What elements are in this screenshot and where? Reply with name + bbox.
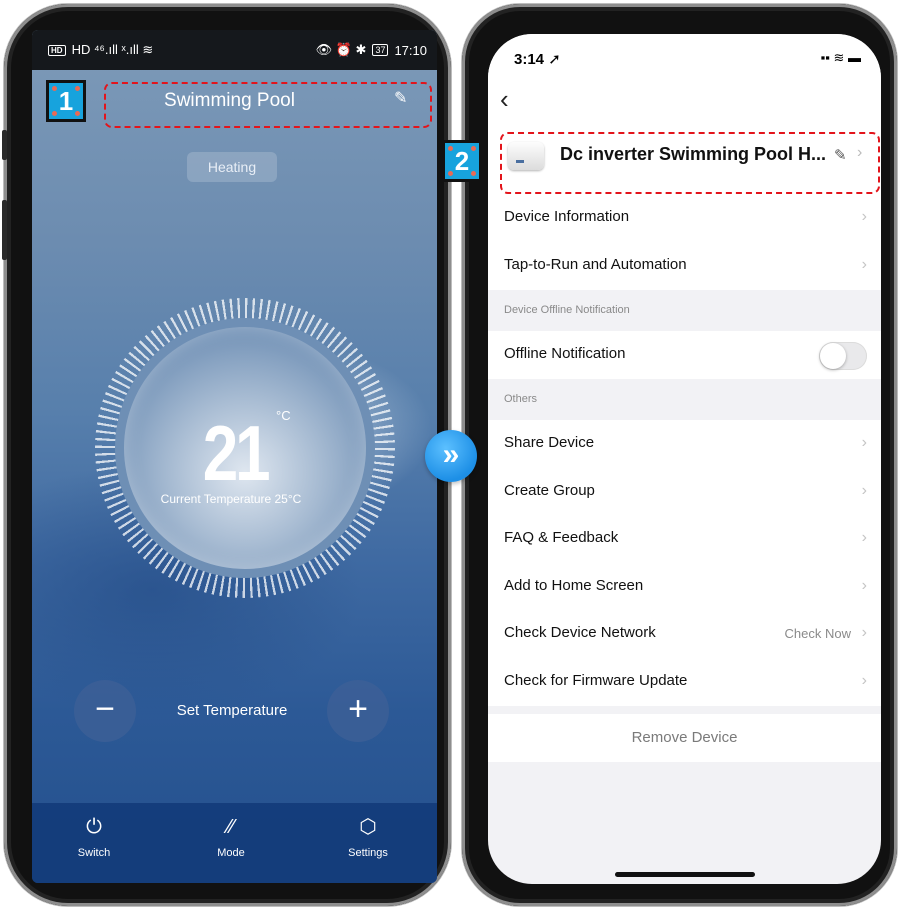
row-label: Device Information [504,208,630,225]
current-temperature: Current Temperature 25°C [160,492,302,506]
tab-label: Switch [77,847,111,859]
tab-mode[interactable]: ⁄⁄ Mode [191,813,271,859]
badge-number: 1 [58,86,74,116]
row-label: Check Device Network [504,624,656,641]
bottom-tab-bar: ⏻ Switch ⁄⁄ Mode ⬡ Settings [32,803,437,883]
row-offline-notification: Offline Notification [488,331,881,379]
android-status-bar: HD HD ⁴⁶.ıll ˣ.ıll ≋ 👁 ⏰ ✱ 37 17:10 [32,30,437,70]
chevron-right-icon: › [861,256,867,273]
row-check-device-network[interactable]: Check Device Network Check Now › [488,610,881,658]
nav-bar: ‹ [488,84,881,124]
row-tap-to-run[interactable]: Tap-to-Run and Automation › [488,242,881,290]
target-temperature: 21 [202,409,271,497]
pool-control-screen: HD HD ⁴⁶.ıll ˣ.ıll ≋ 👁 ⏰ ✱ 37 17:10 Swim… [32,30,437,883]
highlight-box-device-name [500,132,880,194]
chevron-right-icon: › [861,529,867,546]
highlight-box-title [104,82,432,128]
toggle-knob [820,343,846,369]
status-icons: 👁 ⏰ ✱ [315,42,367,57]
row-label: Offline Notification [504,345,626,362]
remove-device-button[interactable]: Remove Device [488,714,881,762]
step-badge-1: 1 [46,80,86,122]
row-faq-feedback[interactable]: FAQ & Feedback › [488,515,881,563]
row-label: FAQ & Feedback [504,529,619,546]
row-firmware-update[interactable]: Check for Firmware Update › [488,658,881,706]
status-icons: ▪▪ ≋ ▬ [820,50,861,65]
badge-number: 2 [454,146,470,176]
chevron-right-icon: › [861,577,867,594]
row-device-information[interactable]: Device Information › [488,194,881,242]
settings-cube-icon: ⬡ [359,816,377,838]
chevron-right-icon: › [861,482,867,499]
step-badge-2: 2 [442,140,482,182]
decrease-temperature-button[interactable]: − [74,680,136,742]
set-temperature-label: Set Temperature [176,702,288,719]
ios-status-bar: 3:14 ➚ ▪▪ ≋ ▬ [488,34,881,84]
row-label: Tap-to-Run and Automation [504,256,687,273]
status-time: 17:10 [394,42,427,58]
row-label: Add to Home Screen [504,577,644,594]
increase-temperature-button[interactable]: + [327,680,389,742]
mode-status-badge: Heating [187,152,277,182]
row-add-to-home-screen[interactable]: Add to Home Screen › [488,563,881,611]
phone-side-button [2,200,7,260]
power-icon: ⏻ [86,816,102,838]
hd-icon: HD [48,44,66,56]
row-label: Check for Firmware Update [504,672,688,689]
status-time: 3:14 ➚ [514,51,561,68]
chevron-right-icon: › [861,672,867,689]
home-indicator [615,872,755,877]
offline-notification-toggle[interactable] [819,342,867,370]
signal-icons: HD ⁴⁶.ıll ˣ.ıll ≋ [71,42,154,57]
tab-label: Settings [348,847,388,859]
section-header-others: Others [504,393,538,405]
row-share-device[interactable]: Share Device › [488,420,881,468]
next-step-arrow-icon: » [425,430,477,482]
section-header-offline: Device Offline Notification [504,304,630,316]
row-label: Share Device [504,434,595,451]
row-label: Create Group [504,482,595,499]
tab-switch[interactable]: ⏻ Switch [54,813,134,859]
chevron-right-icon: › [861,624,867,641]
temperature-unit: °C [276,408,291,423]
chevron-right-icon: › [861,208,867,225]
tab-label: Mode [217,847,245,859]
tab-settings[interactable]: ⬡ Settings [328,813,408,859]
mode-icon: ⁄⁄ [227,816,235,838]
chevron-right-icon: › [861,434,867,451]
back-chevron-icon[interactable]: ‹ [500,84,509,115]
battery-icon: 37 [372,44,389,56]
phone-side-button [2,130,7,160]
row-create-group[interactable]: Create Group › [488,468,881,516]
check-now-link[interactable]: Check Now [785,626,851,641]
